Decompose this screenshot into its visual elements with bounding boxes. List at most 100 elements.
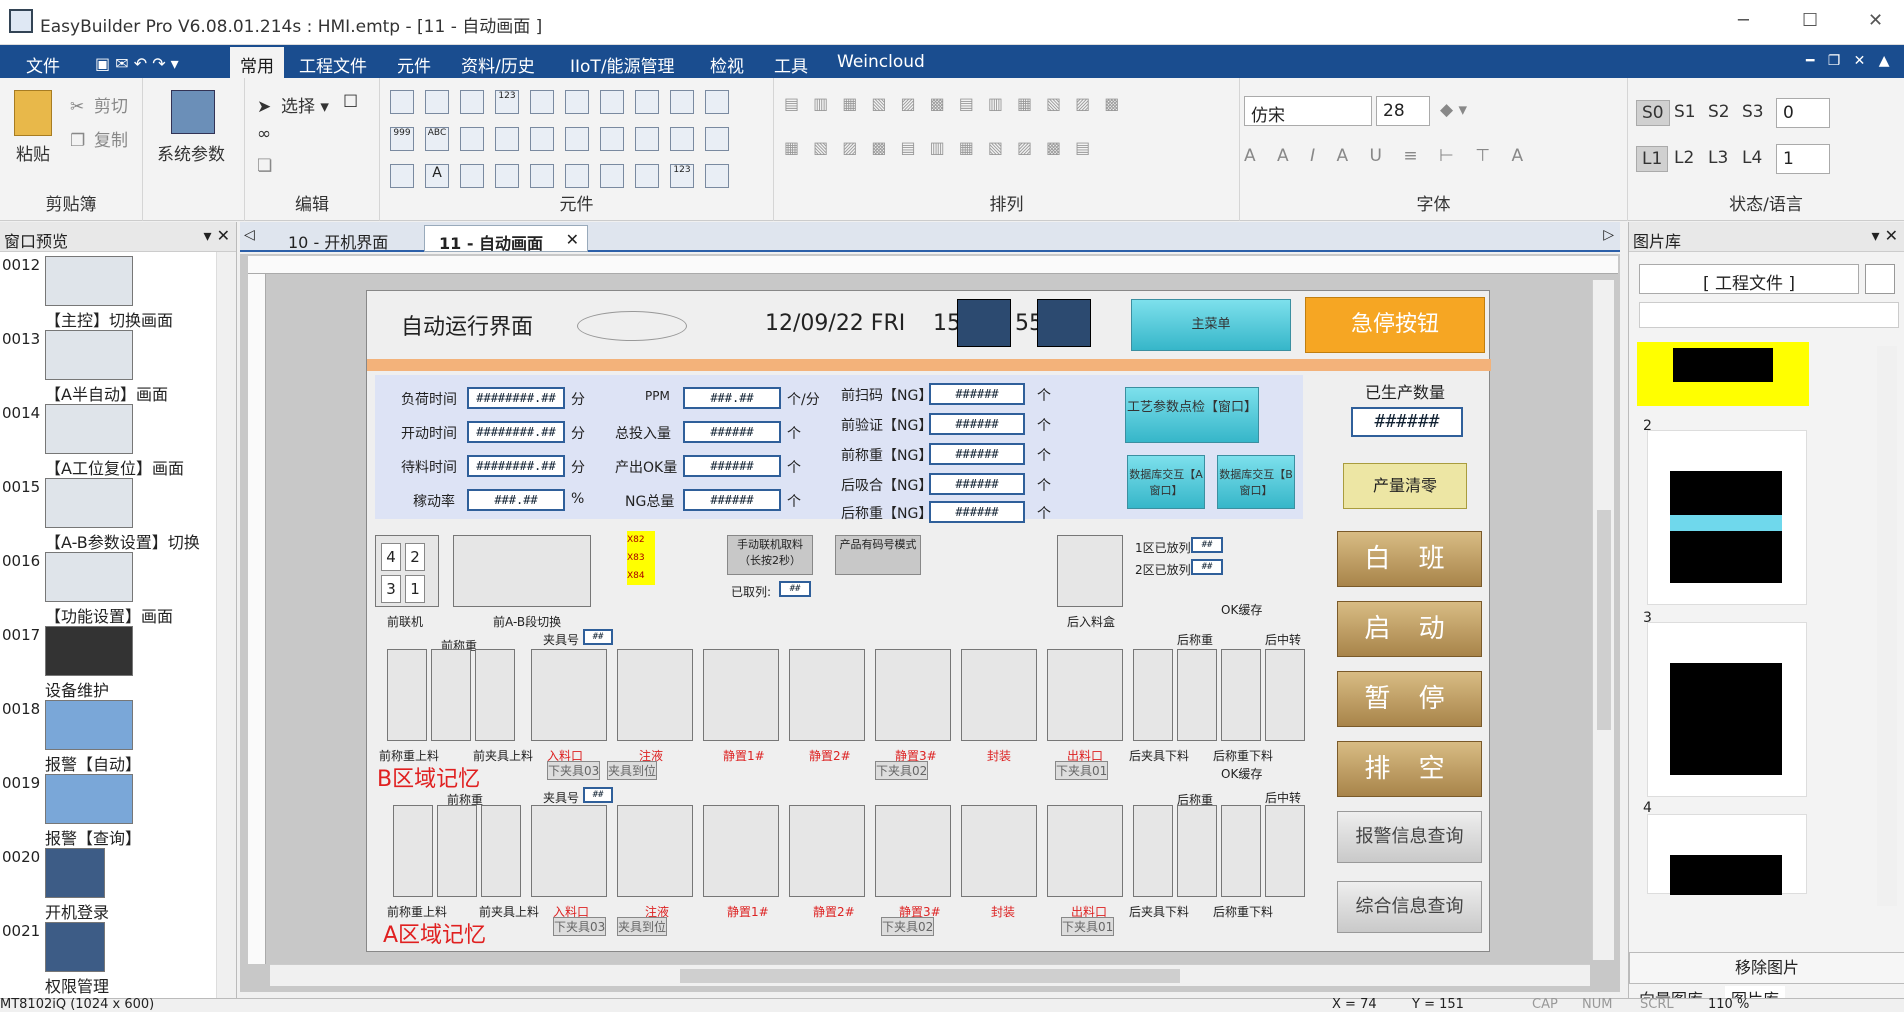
list-item[interactable]: 0014 【A工位复位】画面 <box>0 402 215 478</box>
close-button[interactable]: ✕ <box>1868 10 1883 31</box>
list-item[interactable]: 0021 权限管理 <box>0 920 215 996</box>
remove-picture-button[interactable]: 移除图片 <box>1629 952 1904 984</box>
close-icon[interactable]: ▾ ✕ <box>1871 226 1898 245</box>
object-tile[interactable] <box>635 90 659 114</box>
object-tile[interactable] <box>530 127 554 151</box>
tab-scroll-right-icon[interactable]: ▷ <box>1603 227 1614 243</box>
object-tile[interactable]: 999 <box>390 127 414 151</box>
tab-scroll-left-icon[interactable]: ◁ <box>244 227 255 243</box>
filter-box[interactable] <box>1639 302 1899 328</box>
info-query-button[interactable]: 综合信息查询 <box>1337 881 1482 933</box>
state-s0[interactable]: S0 <box>1636 100 1670 126</box>
scrollbar[interactable] <box>216 252 236 998</box>
copy-button[interactable]: ❐ 复制 <box>70 126 128 151</box>
clone-icon[interactable]: ❏ <box>257 156 272 176</box>
menu-weincloud[interactable]: Weincloud <box>837 52 925 72</box>
object-tile[interactable] <box>390 90 414 114</box>
object-tile[interactable] <box>460 164 484 188</box>
order-icons[interactable]: ▦▧▨▩▤▥▦▧▨▩▤ <box>784 138 1224 162</box>
picture-item[interactable] <box>1647 814 1807 895</box>
object-tile[interactable] <box>460 127 484 151</box>
font-size-select[interactable]: 28 <box>1376 96 1430 126</box>
menu-data-history[interactable]: 资料/历史 <box>461 52 535 77</box>
object-tile[interactable] <box>600 90 624 114</box>
object-tile[interactable] <box>565 164 589 188</box>
state-s2[interactable]: S2 <box>1708 102 1730 122</box>
object-tile[interactable] <box>495 164 519 188</box>
list-item[interactable]: 0017 设备维护 <box>0 624 215 700</box>
main-menu-button[interactable]: 主菜单 <box>1131 299 1291 351</box>
close-icon[interactable]: ▾ ✕ <box>203 226 230 245</box>
start-button[interactable]: 启 动 <box>1337 601 1482 657</box>
db-b-button[interactable]: 数据库交互【B窗口】 <box>1217 455 1295 509</box>
list-item[interactable]: 0018 报警【自动】 <box>0 698 215 774</box>
object-tile[interactable] <box>670 90 694 114</box>
paste-button[interactable]: 粘贴 <box>16 140 50 165</box>
object-tile[interactable] <box>635 164 659 188</box>
lang-l3[interactable]: L3 <box>1708 148 1728 168</box>
menu-project[interactable]: 工程文件 <box>299 52 367 77</box>
state-s1[interactable]: S1 <box>1674 102 1696 122</box>
object-tile[interactable] <box>705 90 729 114</box>
font-style-icons[interactable]: A A I A U ≡ ⊢ ⊤ A <box>1244 146 1531 166</box>
object-tile[interactable] <box>635 127 659 151</box>
menu-tools[interactable]: 工具 <box>774 52 808 77</box>
object-tile[interactable] <box>390 164 414 188</box>
object-tile[interactable] <box>460 90 484 114</box>
shift-day-button[interactable]: 白 班 <box>1337 531 1482 587</box>
vertical-scrollbar[interactable] <box>1592 280 1614 960</box>
code-mode-button[interactable]: 产品有码号模式 <box>835 535 921 575</box>
horizontal-scrollbar[interactable] <box>270 964 1590 986</box>
list-item[interactable]: 0019 报警【查询】 <box>0 772 215 848</box>
list-item[interactable]: 0012 【主控】切换画面 <box>0 254 215 330</box>
list-item[interactable]: 0020 开机登录 <box>0 846 215 922</box>
clear-count-button[interactable]: 产量清零 <box>1343 463 1467 509</box>
object-tile[interactable] <box>565 90 589 114</box>
font-color-icon[interactable]: ◆ ▾ <box>1440 100 1467 120</box>
picture-item[interactable] <box>1647 622 1807 797</box>
library-select[interactable]: [ 工程文件 ] <box>1639 264 1859 294</box>
object-tile[interactable] <box>530 90 554 114</box>
object-tile[interactable]: 123 <box>495 90 519 114</box>
scrollbar[interactable] <box>1877 346 1897 906</box>
picture-item[interactable] <box>1637 342 1809 406</box>
minimize-button[interactable]: ─ <box>1738 10 1749 31</box>
object-tile[interactable] <box>530 164 554 188</box>
menu-common[interactable]: 常用 <box>230 47 284 78</box>
object-tile[interactable] <box>495 127 519 151</box>
save-icon[interactable] <box>957 299 1011 347</box>
align-icons[interactable]: ▤▥▦▧▨▩▤▥▦▧▨▩ <box>784 94 1224 118</box>
zoom-slider[interactable] <box>1639 912 1899 932</box>
system-param-button[interactable]: 系统参数 <box>157 140 225 165</box>
object-tile[interactable] <box>565 127 589 151</box>
maximize-button[interactable]: ☐ <box>1802 10 1818 31</box>
menu-view[interactable]: 检视 <box>710 52 744 77</box>
object-tile[interactable] <box>705 127 729 151</box>
close-icon[interactable]: ✕ <box>566 230 579 249</box>
manual-pick-button[interactable]: 手动联机取料（长按2秒） <box>727 535 813 575</box>
scrollbar-thumb[interactable] <box>680 969 1180 983</box>
object-tile[interactable] <box>705 164 729 188</box>
lang-l2[interactable]: L2 <box>1674 148 1694 168</box>
lang-l1[interactable]: L1 <box>1636 146 1669 172</box>
link-icon[interactable]: ∞ <box>257 124 271 144</box>
list-item[interactable]: 0016 【功能设置】画面 <box>0 550 215 626</box>
object-tile[interactable] <box>600 164 624 188</box>
object-tile[interactable] <box>670 127 694 151</box>
font-family-select[interactable]: 仿宋 <box>1244 96 1372 126</box>
cut-button[interactable]: ✂ 剪切 <box>70 92 128 117</box>
alarm-query-button[interactable]: 报警信息查询 <box>1337 811 1482 863</box>
drain-button[interactable]: 排 空 <box>1337 741 1482 797</box>
state-l-input[interactable]: 1 <box>1776 144 1830 174</box>
state-s3[interactable]: S3 <box>1742 102 1764 122</box>
state-s-input[interactable]: 0 <box>1776 98 1830 128</box>
object-tile[interactable] <box>425 90 449 114</box>
menu-objects[interactable]: 元件 <box>397 52 431 77</box>
tab-11[interactable]: 11 - 自动画面 ✕ <box>424 225 588 253</box>
text-object-icon[interactable]: A <box>425 164 449 188</box>
edit-icon[interactable] <box>1037 299 1091 347</box>
list-item[interactable]: 0013 【A半自动】画面 <box>0 328 215 404</box>
search-icon[interactable] <box>1865 264 1895 294</box>
param-check-button[interactable]: 工艺参数点检【窗口】 <box>1125 387 1259 443</box>
scrollbar-thumb[interactable] <box>1597 510 1611 730</box>
